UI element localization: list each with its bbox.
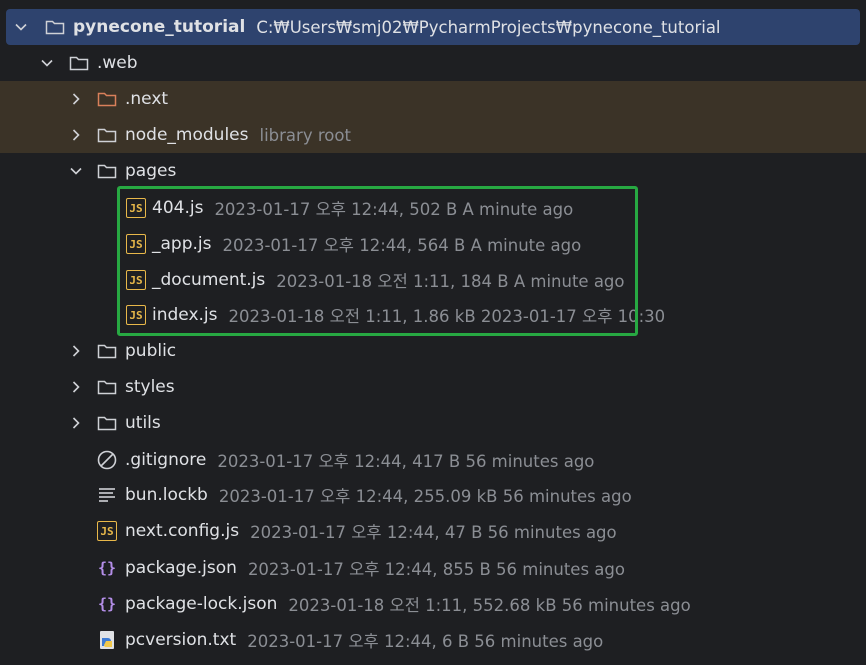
project-path: C:₩Users₩smj02₩PycharmProjects₩pynecone_… bbox=[256, 17, 721, 37]
file-name: _app.js bbox=[152, 234, 212, 254]
tree-row-file[interactable]: .gitignore 2023-01-17 오후 12:44, 417 B 56… bbox=[0, 442, 866, 478]
folder-icon bbox=[96, 160, 118, 182]
library-root-tag: library root bbox=[259, 125, 351, 145]
text-file-icon bbox=[96, 484, 118, 506]
tree-row-file[interactable]: JS index.js 2023-01-18 오전 1:11, 1.86 kB … bbox=[0, 297, 866, 333]
tree-row-file[interactable]: {} package-lock.json 2023-01-18 오전 1:11,… bbox=[0, 586, 866, 622]
chevron-down-icon[interactable] bbox=[40, 56, 54, 70]
file-name: _document.js bbox=[152, 270, 266, 290]
tree-row-file[interactable]: bun.lockb 2023-01-17 오후 12:44, 255.09 kB… bbox=[0, 477, 866, 513]
file-meta: 2023-01-17 오후 12:44, 255.09 kB 56 minute… bbox=[218, 487, 632, 506]
js-file-icon: JS bbox=[125, 269, 147, 291]
chevron-right-icon[interactable] bbox=[69, 128, 83, 142]
file-meta: 2023-01-17 오후 12:44, 417 B 56 minutes ag… bbox=[217, 452, 595, 471]
file-meta: 2023-01-17 오후 12:44, 855 B 56 minutes ag… bbox=[247, 560, 625, 579]
file-name: 404.js bbox=[152, 198, 204, 218]
tree-row-file[interactable]: JS next.config.js 2023-01-17 오후 12:44, 4… bbox=[0, 513, 866, 549]
folder-icon bbox=[44, 16, 66, 38]
tree-row-project-root[interactable]: pynecone_tutorial C:₩Users₩smj02₩Pycharm… bbox=[6, 9, 860, 45]
tree-row-file[interactable]: JS _app.js 2023-01-17 오후 12:44, 564 B A … bbox=[0, 226, 866, 262]
file-meta: 2023-01-18 오전 1:11, 552.68 kB 56 minutes… bbox=[288, 596, 691, 615]
tree-row-file[interactable]: JS _document.js 2023-01-18 오전 1:11, 184 … bbox=[0, 262, 866, 298]
folder-icon bbox=[68, 52, 90, 74]
file-meta: 2023-01-17 오후 12:44, 47 B 56 minutes ago bbox=[250, 523, 617, 542]
file-meta: 2023-01-17 오후 12:44, 6 B 56 minutes ago bbox=[247, 632, 604, 651]
js-file-icon: JS bbox=[125, 197, 147, 219]
file-name: package.json bbox=[125, 558, 237, 578]
file-name: index.js bbox=[152, 305, 218, 325]
tree-row-utils[interactable]: utils bbox=[0, 405, 866, 441]
file-name: .gitignore bbox=[125, 450, 207, 470]
tree-row-next[interactable]: .next bbox=[0, 81, 866, 117]
python-file-icon bbox=[96, 629, 118, 651]
project-tree: pynecone_tutorial C:₩Users₩smj02₩Pycharm… bbox=[0, 0, 866, 665]
tree-row-node-modules[interactable]: node_modules library root bbox=[0, 117, 866, 153]
folder-name: public bbox=[125, 341, 177, 361]
file-meta: 2023-01-17 오후 12:44, 564 B A minute ago bbox=[222, 236, 582, 255]
excluded-folder-icon bbox=[96, 88, 118, 110]
chevron-right-icon[interactable] bbox=[69, 416, 83, 430]
tree-row-styles[interactable]: styles bbox=[0, 369, 866, 405]
folder-name: utils bbox=[125, 413, 161, 433]
file-name: bun.lockb bbox=[125, 485, 208, 505]
js-file-icon: JS bbox=[96, 520, 118, 542]
chevron-right-icon[interactable] bbox=[69, 344, 83, 358]
tree-row-file[interactable]: JS 404.js 2023-01-17 오후 12:44, 502 B A m… bbox=[0, 190, 866, 226]
chevron-right-icon[interactable] bbox=[69, 380, 83, 394]
file-meta: 2023-01-17 오후 12:44, 502 B A minute ago bbox=[214, 200, 574, 219]
tree-row-file[interactable]: pcversion.txt 2023-01-17 오후 12:44, 6 B 5… bbox=[0, 622, 866, 658]
file-meta: 2023-01-18 오전 1:11, 1.86 kB 2023-01-17 오… bbox=[228, 307, 666, 326]
file-meta: 2023-01-18 오전 1:11, 184 B A minute ago bbox=[276, 272, 625, 291]
tree-row-file[interactable]: {} package.json 2023-01-17 오후 12:44, 855… bbox=[0, 550, 866, 586]
tree-row-web[interactable]: .web bbox=[0, 45, 866, 81]
folder-icon bbox=[96, 124, 118, 146]
folder-icon bbox=[96, 412, 118, 434]
folder-icon bbox=[96, 376, 118, 398]
chevron-down-icon[interactable] bbox=[69, 164, 83, 178]
chevron-down-icon[interactable] bbox=[14, 20, 28, 34]
project-name: pynecone_tutorial bbox=[73, 17, 246, 37]
file-name: package-lock.json bbox=[125, 594, 278, 614]
file-name: next.config.js bbox=[125, 521, 240, 541]
folder-name: styles bbox=[125, 377, 175, 397]
svg-text:{}: {} bbox=[98, 559, 116, 577]
tree-row-pages[interactable]: pages bbox=[0, 153, 866, 189]
file-name: pcversion.txt bbox=[125, 630, 237, 650]
folder-name: .next bbox=[125, 89, 169, 109]
json-file-icon: {} bbox=[96, 557, 118, 579]
folder-icon bbox=[96, 340, 118, 362]
js-file-icon: JS bbox=[125, 233, 147, 255]
svg-text:{}: {} bbox=[98, 595, 116, 613]
ignore-icon bbox=[96, 449, 118, 471]
folder-name: node_modules bbox=[125, 125, 249, 145]
chevron-right-icon[interactable] bbox=[69, 92, 83, 106]
tree-row-public[interactable]: public bbox=[0, 333, 866, 369]
js-file-icon: JS bbox=[125, 304, 147, 326]
folder-name: .web bbox=[97, 53, 138, 73]
folder-name: pages bbox=[125, 161, 177, 181]
json-file-icon: {} bbox=[96, 593, 118, 615]
